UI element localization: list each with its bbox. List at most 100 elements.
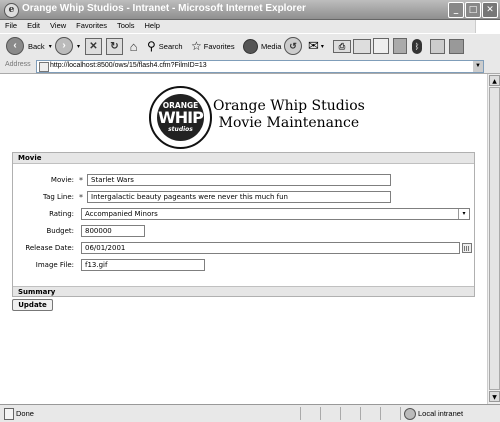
logo-text-studios: studios <box>168 126 193 133</box>
bluetooth-button[interactable]: ᛒ <box>412 37 422 55</box>
logo-badge: ORANGE WHIP studios <box>157 94 204 141</box>
image-file-label: Image File: <box>35 261 74 269</box>
vertical-scrollbar[interactable]: ▲ ▼ <box>487 74 500 404</box>
section-header-summary: Summary <box>13 286 474 296</box>
refresh-icon: ↻ <box>106 37 123 55</box>
page-content: ORANGE WHIP studios Orange Whip Studios … <box>0 74 487 404</box>
studio-logo: ORANGE WHIP studios <box>149 86 212 149</box>
release-date-input[interactable]: 06/01/2001 <box>81 242 460 254</box>
close-button[interactable]: ✕ <box>482 2 498 18</box>
maximize-button[interactable]: □ <box>465 2 481 18</box>
tagline-label: Tag Line: <box>42 193 74 201</box>
history-button[interactable]: ↺ <box>284 37 302 55</box>
rating-selected-value: Accompanied Minors <box>85 210 158 218</box>
discuss-button[interactable] <box>373 37 389 55</box>
menu-edit[interactable]: Edit <box>22 20 45 31</box>
research-button[interactable] <box>393 37 407 55</box>
status-divider <box>300 407 301 420</box>
section-header-movie: Movie <box>13 153 474 164</box>
window-titlebar: e Orange Whip Studios - Intranet - Micro… <box>0 0 500 20</box>
status-text: Done <box>16 409 34 418</box>
movie-input[interactable]: Starlet Wars <box>87 174 391 186</box>
page-icon <box>39 62 49 72</box>
menu-favorites[interactable]: Favorites <box>71 20 112 31</box>
media-icon <box>243 38 258 54</box>
calendar-icon[interactable] <box>462 243 472 253</box>
intranet-zone-icon <box>404 408 416 420</box>
status-divider <box>360 407 361 420</box>
menu-bar: File Edit View Favorites Tools Help <box>0 20 500 33</box>
refresh-button[interactable]: ↻ <box>106 37 123 55</box>
menu-view[interactable]: View <box>45 20 71 31</box>
status-divider <box>380 407 381 420</box>
forward-arrow-icon: › <box>55 37 73 55</box>
logo-text-whip: WHIP <box>158 108 204 127</box>
status-divider <box>340 407 341 420</box>
back-arrow-icon: ‹ <box>6 37 24 55</box>
favorites-label: Favorites <box>203 41 235 51</box>
menu-tools[interactable]: Tools <box>112 20 140 31</box>
minimize-button[interactable]: _ <box>448 2 464 18</box>
tagline-input[interactable]: Intergalactic beauty pageants were never… <box>87 191 391 203</box>
address-label: Address <box>5 61 31 68</box>
scrollbar-thumb[interactable] <box>489 87 500 390</box>
stop-icon: ✕ <box>85 37 102 55</box>
mail-icon: ✉ <box>308 38 319 53</box>
media-label: Media <box>261 41 282 51</box>
required-marker: * <box>79 193 83 202</box>
discuss-icon <box>373 38 389 54</box>
page-title-line2: Movie Maintenance <box>218 115 360 131</box>
chevron-down-icon[interactable]: ▾ <box>49 43 52 50</box>
menu-file[interactable]: File <box>0 20 22 31</box>
budget-input[interactable]: 800000 <box>81 225 145 237</box>
stop-button[interactable]: ✕ <box>85 37 102 55</box>
tool-icon <box>449 38 464 54</box>
toolbar: ‹ Back ▾ › ▾ ✕ ↻ ⌂ ⚲ Search ☆ Favorites … <box>0 33 500 60</box>
chevron-down-icon[interactable]: ▾ <box>77 43 80 50</box>
internet-explorer-icon: e <box>4 3 19 18</box>
scroll-down-icon[interactable]: ▼ <box>489 391 500 402</box>
home-icon: ⌂ <box>129 38 138 54</box>
back-label: Back <box>28 41 45 51</box>
status-divider <box>320 407 321 420</box>
update-button[interactable]: Update <box>12 299 53 311</box>
mail-button[interactable]: ✉ ▾ <box>308 37 324 55</box>
home-button[interactable]: ⌂ <box>126 37 141 55</box>
search-button[interactable]: ⚲ Search <box>147 37 183 55</box>
address-input[interactable]: http://localhost:8500/ows/15/flash4.cfm?… <box>36 60 484 73</box>
page-title-line1: Orange Whip Studios <box>213 98 365 114</box>
address-url[interactable]: http://localhost:8500/ows/15/flash4.cfm?… <box>50 62 207 69</box>
tool-button[interactable] <box>449 37 464 55</box>
forward-button[interactable]: › ▾ <box>55 37 80 55</box>
back-button[interactable]: ‹ Back ▾ <box>6 37 52 55</box>
release-date-label: Release Date: <box>25 244 74 252</box>
chevron-down-icon[interactable]: ▼ <box>473 61 483 72</box>
print-icon: ⎙ <box>333 39 351 53</box>
bluetooth-icon: ᛒ <box>412 38 422 54</box>
status-divider <box>400 407 401 420</box>
chevron-down-icon[interactable]: ▾ <box>458 209 469 219</box>
scroll-up-icon[interactable]: ▲ <box>489 75 500 86</box>
search-icon: ⚲ <box>147 39 156 53</box>
history-icon: ↺ <box>284 37 302 55</box>
favorites-button[interactable]: ☆ Favorites <box>191 37 235 55</box>
research-icon <box>393 38 407 54</box>
windows-logo-icon <box>475 20 500 33</box>
rating-select[interactable]: Accompanied Minors ▾ <box>81 208 470 220</box>
menu-help[interactable]: Help <box>140 20 165 31</box>
edit-button[interactable] <box>353 37 371 55</box>
image-file-input[interactable]: f13.gif <box>81 259 205 271</box>
messenger-button[interactable] <box>430 37 445 55</box>
address-bar: Address http://localhost:8500/ows/15/fla… <box>0 59 500 74</box>
print-button[interactable]: ⎙ <box>333 37 351 55</box>
rating-label: Rating: <box>49 210 74 218</box>
search-label: Search <box>158 41 183 51</box>
star-icon: ☆ <box>191 39 202 53</box>
edit-page-icon <box>353 38 371 54</box>
movie-label: Movie: <box>50 176 74 184</box>
window-title: Orange Whip Studios - Intranet - Microso… <box>22 3 306 14</box>
media-button[interactable]: Media <box>243 37 281 55</box>
required-marker: * <box>79 176 83 185</box>
page-icon <box>4 408 14 420</box>
chevron-down-icon[interactable]: ▾ <box>321 43 324 50</box>
